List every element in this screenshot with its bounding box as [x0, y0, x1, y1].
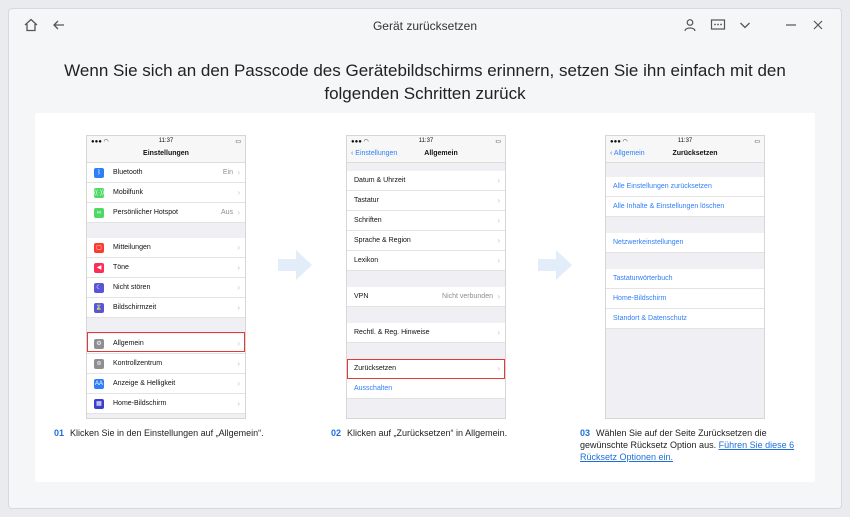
row-toene: ◀ Töne ›: [87, 258, 245, 278]
step-number: 01: [54, 428, 65, 438]
arrow-right-icon: [278, 250, 312, 280]
title-bar: Gerät zurücksetzen: [9, 9, 841, 43]
battery-icon: ▭: [754, 139, 760, 145]
step-1: 01 Klicken Sie in den Einstellungen auf „…: [54, 427, 284, 439]
nav-bar: ‹ Allgemein Zurücksetzen: [606, 146, 764, 163]
chevron-right-icon: ›: [497, 236, 500, 245]
step-number: 02: [331, 428, 342, 438]
row-bluetooth: ᛒ Bluetooth Ein ›: [87, 163, 245, 183]
chevron-right-icon: ›: [497, 292, 500, 301]
row-anzeige: AA Anzeige & Helligkeit ›: [87, 374, 245, 394]
chevron-right-icon: ›: [237, 379, 240, 388]
row-rechtliches: Rechtl. & Reg. Hinweise ›: [347, 323, 505, 343]
row-kontrollzentrum: ⊜ Kontrollzentrum ›: [87, 354, 245, 374]
hotspot-icon: ∞: [94, 208, 104, 218]
status-time: 11:37: [677, 138, 693, 144]
nav-bar: Einstellungen: [87, 146, 245, 163]
row-network: Netzwerkeinstellungen: [606, 233, 764, 253]
phone-screenshot-reset: ●●● ◠ 11:37 ▭ ‹ Allgemein Zurücksetzen A…: [605, 135, 765, 419]
chevron-right-icon: ›: [237, 263, 240, 272]
minimize-icon[interactable]: [783, 18, 799, 34]
row-vpn: VPN Nicht verbunden ›: [347, 287, 505, 307]
battery-icon: ▭: [235, 139, 241, 145]
chevron-right-icon: ›: [237, 399, 240, 408]
nav-bar: ‹ Einstellungen Allgemein: [347, 146, 505, 163]
row-reset-settings: Alle Einstellungen zurücksetzen: [606, 177, 764, 197]
row-nicht-stoeren: ☾ Nicht stören ›: [87, 278, 245, 298]
status-bar: ●●● ◠ 11:37 ▭: [347, 136, 505, 146]
row-tastatur: Tastatur ›: [347, 191, 505, 211]
sound-icon: ◀: [94, 263, 104, 273]
step-number: 03: [580, 428, 591, 438]
chevron-down-icon[interactable]: [737, 18, 753, 34]
row-mitteilungen: ▢ Mitteilungen ›: [87, 238, 245, 258]
instructions-card: ●●● ◠ 11:37 ▭ Einstellungen ᛒ Bluetooth Ei…: [35, 113, 815, 482]
close-icon[interactable]: [810, 18, 826, 34]
antenna-icon: ((·)): [94, 188, 104, 198]
row-erase-all: Alle Inhalte & Einstellungen löschen: [606, 197, 764, 217]
step-text: Klicken Sie in den Einstellungen auf „Al…: [70, 428, 264, 438]
chevron-right-icon: ›: [237, 243, 240, 252]
app-window: Gerät zurücksetzen Wenn Sie sich an den …: [8, 8, 842, 509]
step-3: 03 Wählen Sie auf der Seite Zurücksetzen …: [580, 427, 802, 463]
arrow-right-icon: [538, 250, 572, 280]
chevron-right-icon: ›: [497, 176, 500, 185]
display-icon: AA: [94, 379, 104, 389]
chevron-right-icon: ›: [237, 303, 240, 312]
page-headline: Wenn Sie sich an den Passcode des Geräte…: [64, 61, 786, 103]
chevron-right-icon: ›: [237, 168, 240, 177]
row-schriften: Schriften ›: [347, 211, 505, 231]
row-datum: Datum & Uhrzeit ›: [347, 171, 505, 191]
chevron-right-icon: ›: [497, 216, 500, 225]
chevron-right-icon: ›: [237, 188, 240, 197]
control-center-icon: ⊜: [94, 359, 104, 369]
nav-title: Allgemein: [424, 150, 458, 157]
row-keyboard-dict: Tastaturwörterbuch: [606, 269, 764, 289]
phone-screenshot-general: ●●● ◠ 11:37 ▭ ‹ Einstellungen Allgemein …: [346, 135, 506, 419]
row-lexikon: Lexikon ›: [347, 251, 505, 271]
status-time: 11:37: [418, 138, 434, 144]
moon-icon: ☾: [94, 283, 104, 293]
user-icon[interactable]: [682, 18, 698, 34]
chevron-right-icon: ›: [237, 283, 240, 292]
row-home-bildschirm: ▦ Home-Bildschirm ›: [87, 394, 245, 414]
step-2: 02 Klicken auf „Zurücksetzen“ in Allgemei…: [331, 427, 561, 439]
row-hotspot: ∞ Persönlicher Hotspot Aus ›: [87, 203, 245, 223]
status-bar: ●●● ◠ 11:37 ▭: [87, 136, 245, 146]
status-time: 11:37: [158, 138, 174, 144]
step-text: Klicken auf „Zurücksetzen“ in Allgemein.: [347, 428, 508, 438]
phone-screenshot-settings: ●●● ◠ 11:37 ▭ Einstellungen ᛒ Bluetooth Ei…: [86, 135, 246, 419]
highlight-box: [87, 332, 245, 352]
row-sprache: Sprache & Region ›: [347, 231, 505, 251]
status-bar: ●●● ◠ 11:37 ▭: [606, 136, 764, 146]
nav-title: Einstellungen: [143, 150, 189, 157]
grid-icon: ▦: [94, 399, 104, 409]
row-home-screen: Home-Bildschirm: [606, 289, 764, 309]
bluetooth-icon: ᛒ: [94, 168, 104, 178]
chevron-right-icon: ›: [497, 328, 500, 337]
nav-title: Zurücksetzen: [672, 150, 718, 157]
row-location-privacy: Standort & Datenschutz: [606, 309, 764, 329]
chevron-right-icon: ›: [497, 256, 500, 265]
hourglass-icon: ⌛: [94, 303, 104, 313]
row-bildschirmzeit: ⌛ Bildschirmzeit ›: [87, 298, 245, 318]
feedback-icon[interactable]: [710, 18, 726, 34]
row-ausschalten: Ausschalten: [347, 379, 505, 399]
chevron-right-icon: ›: [237, 208, 240, 217]
chevron-right-icon: ›: [237, 359, 240, 368]
highlight-box: [347, 359, 505, 379]
row-mobilfunk: ((·)) Mobilfunk ›: [87, 183, 245, 203]
battery-icon: ▭: [495, 139, 501, 145]
chevron-right-icon: ›: [497, 196, 500, 205]
notifications-icon: ▢: [94, 243, 104, 253]
